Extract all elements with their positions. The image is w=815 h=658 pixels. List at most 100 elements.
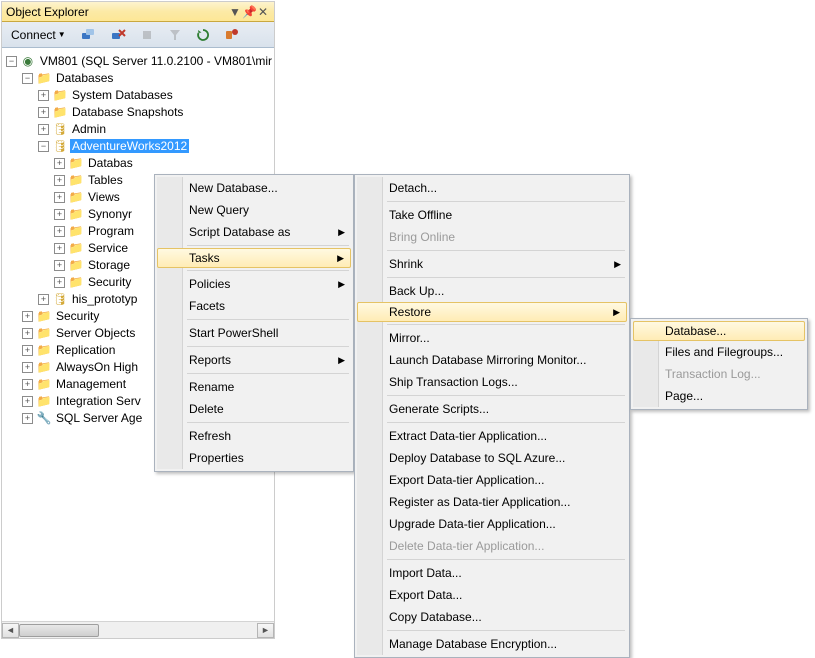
mi-policies[interactable]: Policies▶: [157, 273, 351, 295]
menu-separator: [387, 395, 625, 396]
tree-item[interactable]: +📁Databas: [2, 155, 274, 171]
folder-icon: 📁: [36, 376, 52, 392]
scroll-left-icon[interactable]: ◄: [2, 623, 19, 638]
mi-copy-database[interactable]: Copy Database...: [357, 606, 627, 628]
submenu-arrow-icon: ▶: [337, 253, 344, 264]
mi-ship-transaction-logs[interactable]: Ship Transaction Logs...: [357, 371, 627, 393]
mi-reports[interactable]: Reports▶: [157, 349, 351, 371]
mi-extract-data-tier[interactable]: Extract Data-tier Application...: [357, 425, 627, 447]
submenu-arrow-icon: ▶: [613, 307, 620, 318]
scroll-track[interactable]: [19, 623, 257, 638]
close-icon[interactable]: ✕: [256, 5, 270, 19]
refresh-icon[interactable]: [191, 25, 215, 45]
expand-icon[interactable]: +: [22, 396, 33, 407]
menu-separator: [387, 559, 625, 560]
expand-icon[interactable]: +: [38, 90, 49, 101]
mi-deploy-azure[interactable]: Deploy Database to SQL Azure...: [357, 447, 627, 469]
mi-detach[interactable]: Detach...: [357, 177, 627, 199]
expand-icon[interactable]: +: [38, 107, 49, 118]
expand-icon[interactable]: +: [54, 277, 65, 288]
submenu-arrow-icon: ▶: [338, 279, 345, 290]
mi-launch-mirroring-monitor[interactable]: Launch Database Mirroring Monitor...: [357, 349, 627, 371]
mi-restore-database[interactable]: Database...: [633, 321, 805, 341]
mi-shrink[interactable]: Shrink▶: [357, 253, 627, 275]
folder-icon: 📁: [36, 393, 52, 409]
mi-mirror[interactable]: Mirror...: [357, 327, 627, 349]
expand-icon[interactable]: +: [22, 362, 33, 373]
disconnect-icon[interactable]: [105, 24, 131, 46]
connect-server-icon[interactable]: [75, 24, 101, 46]
mi-delete[interactable]: Delete: [157, 398, 351, 420]
collapse-icon[interactable]: −: [38, 141, 49, 152]
collapse-icon[interactable]: −: [22, 73, 33, 84]
expand-icon[interactable]: +: [22, 328, 33, 339]
expand-icon[interactable]: +: [54, 226, 65, 237]
expand-icon[interactable]: +: [54, 209, 65, 220]
expand-icon[interactable]: +: [22, 413, 33, 424]
tree-server-node[interactable]: − ◉ VM801 (SQL Server 11.0.2100 - VM801\…: [2, 53, 274, 69]
menu-separator: [387, 324, 625, 325]
folder-icon: 📁: [68, 223, 84, 239]
filter-icon[interactable]: [163, 25, 187, 45]
mi-delete-data-tier: Delete Data-tier Application...: [357, 535, 627, 557]
mi-restore-files[interactable]: Files and Filegroups...: [633, 341, 805, 363]
expand-icon[interactable]: +: [54, 175, 65, 186]
mi-export-data[interactable]: Export Data...: [357, 584, 627, 606]
mi-script-database-as[interactable]: Script Database as▶: [157, 221, 351, 243]
mi-tasks[interactable]: Tasks▶: [157, 248, 351, 268]
horizontal-scrollbar[interactable]: ◄ ►: [2, 621, 274, 638]
expand-icon[interactable]: +: [38, 124, 49, 135]
mi-new-query[interactable]: New Query: [157, 199, 351, 221]
folder-icon: 📁: [68, 155, 84, 171]
tree-item[interactable]: +📁System Databases: [2, 87, 274, 103]
scroll-thumb[interactable]: [19, 624, 99, 637]
folder-icon: 📁: [36, 70, 52, 86]
dropdown-icon[interactable]: ▼: [228, 5, 242, 19]
expand-icon[interactable]: +: [22, 379, 33, 390]
mi-register-data-tier[interactable]: Register as Data-tier Application...: [357, 491, 627, 513]
tree-item-selected[interactable]: −🛢AdventureWorks2012: [2, 138, 274, 154]
chevron-down-icon: ▼: [58, 30, 66, 39]
stop-icon[interactable]: [135, 25, 159, 45]
mi-restore-page[interactable]: Page...: [633, 385, 805, 407]
pin-icon[interactable]: 📌: [242, 5, 256, 19]
expand-icon[interactable]: +: [54, 192, 65, 203]
toolbar: Connect ▼: [2, 22, 274, 48]
mi-properties[interactable]: Properties: [157, 447, 351, 469]
expand-icon[interactable]: +: [22, 345, 33, 356]
tasks-submenu: Detach... Take Offline Bring Online Shri…: [354, 174, 630, 658]
menu-separator: [387, 250, 625, 251]
folder-icon: 📁: [52, 104, 68, 120]
expand-icon[interactable]: +: [38, 294, 49, 305]
expand-icon[interactable]: +: [22, 311, 33, 322]
tree-item[interactable]: +📁Database Snapshots: [2, 104, 274, 120]
menu-separator: [387, 422, 625, 423]
connect-button[interactable]: Connect ▼: [6, 25, 71, 45]
registered-servers-icon[interactable]: [219, 24, 245, 46]
mi-facets[interactable]: Facets: [157, 295, 351, 317]
mi-restore[interactable]: Restore▶: [357, 302, 627, 322]
mi-rename[interactable]: Rename: [157, 376, 351, 398]
mi-upgrade-data-tier[interactable]: Upgrade Data-tier Application...: [357, 513, 627, 535]
mi-start-powershell[interactable]: Start PowerShell: [157, 322, 351, 344]
tree-databases-node[interactable]: − 📁 Databases: [2, 70, 274, 86]
mi-take-offline[interactable]: Take Offline: [357, 204, 627, 226]
expand-icon[interactable]: +: [54, 243, 65, 254]
menu-separator: [387, 277, 625, 278]
mi-import-data[interactable]: Import Data...: [357, 562, 627, 584]
panel-title-text: Object Explorer: [6, 5, 228, 19]
folder-icon: 📁: [36, 308, 52, 324]
mi-new-database[interactable]: New Database...: [157, 177, 351, 199]
expand-icon[interactable]: +: [54, 260, 65, 271]
folder-icon: 📁: [68, 189, 84, 205]
mi-generate-scripts[interactable]: Generate Scripts...: [357, 398, 627, 420]
mi-refresh[interactable]: Refresh: [157, 425, 351, 447]
collapse-icon[interactable]: −: [6, 56, 17, 67]
expand-icon[interactable]: +: [54, 158, 65, 169]
selected-db-label: AdventureWorks2012: [70, 139, 189, 153]
mi-export-data-tier[interactable]: Export Data-tier Application...: [357, 469, 627, 491]
tree-item[interactable]: +🛢Admin: [2, 121, 274, 137]
scroll-right-icon[interactable]: ►: [257, 623, 274, 638]
mi-back-up[interactable]: Back Up...: [357, 280, 627, 302]
menu-separator: [387, 201, 625, 202]
